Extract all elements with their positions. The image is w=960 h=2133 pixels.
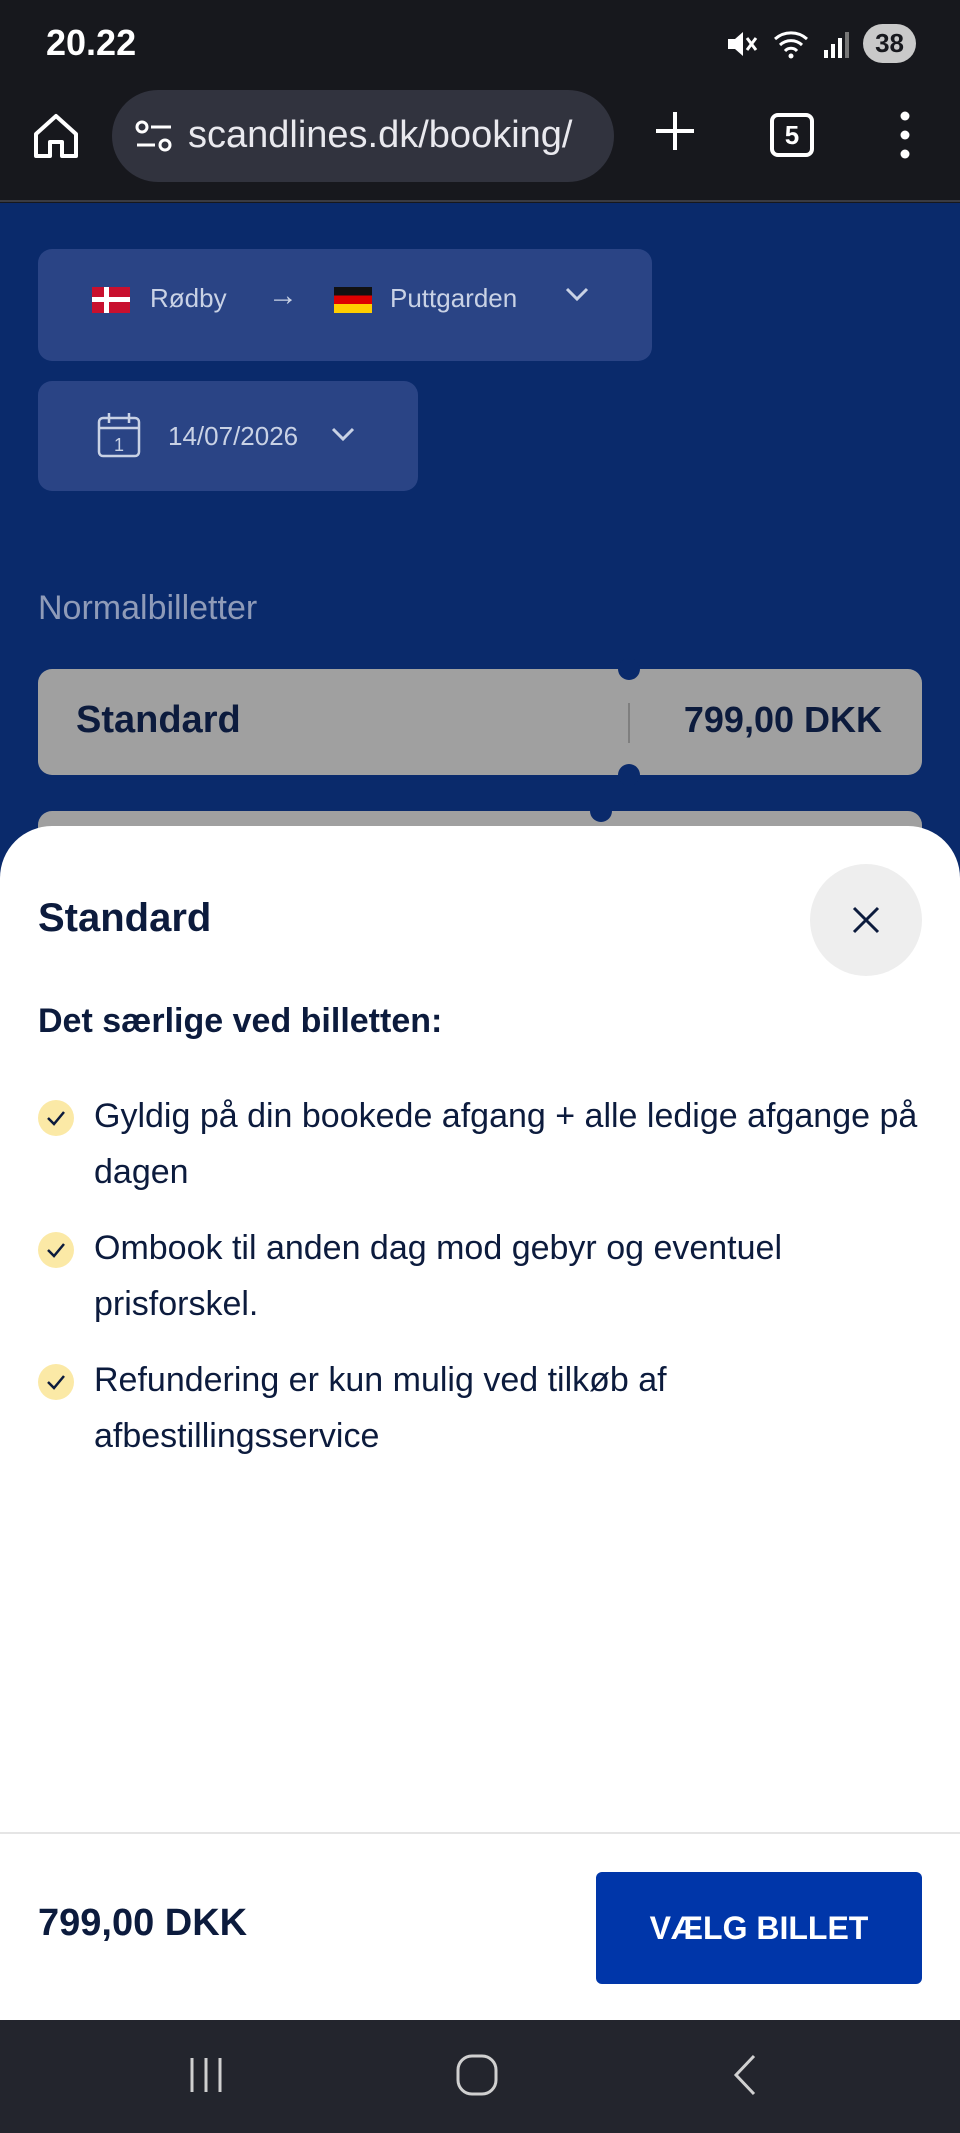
check-icon: [38, 1100, 74, 1136]
new-tab-icon[interactable]: [650, 106, 700, 156]
ticket-notch: [590, 800, 612, 822]
svg-text:1: 1: [114, 435, 124, 455]
germany-flag-icon: [334, 287, 372, 313]
wifi-icon: [774, 30, 809, 58]
chevron-down-icon: [565, 287, 589, 302]
chevron-down-icon: [331, 427, 355, 442]
check-icon: [38, 1364, 74, 1400]
home-icon[interactable]: [30, 110, 82, 162]
feature-text: Gyldig på din bookede afgang + alle ledi…: [94, 1097, 918, 1191]
system-nav-bar: [0, 2020, 960, 2133]
denmark-flag-icon: [92, 287, 130, 313]
url-text: scandlines.dk/booking/: [188, 114, 573, 156]
recent-apps-icon[interactable]: [186, 2052, 226, 2098]
feature-item: Ombook til anden dag mod gebyr og eventu…: [38, 1220, 918, 1332]
choose-ticket-button[interactable]: VÆLG BILLET: [596, 1872, 922, 1984]
sheet-subtitle: Det særlige ved billetten:: [38, 1002, 443, 1040]
check-icon: [38, 1232, 74, 1268]
signal-icon: [824, 31, 850, 58]
sheet-title: Standard: [38, 896, 212, 940]
status-bar: 20.22 38: [0, 0, 960, 88]
feature-list: Gyldig på din bookede afgang + alle ledi…: [38, 1088, 918, 1484]
address-bar[interactable]: scandlines.dk/booking/: [112, 90, 614, 182]
site-settings-icon[interactable]: [134, 118, 174, 154]
date-selector[interactable]: 1 14/07/2026: [38, 381, 418, 491]
status-icons: 38: [725, 24, 916, 63]
calendar-icon: 1: [97, 413, 141, 458]
route-arrow: →: [268, 279, 298, 312]
footer-price: 799,00 DKK: [38, 1902, 248, 1944]
ticket-name: Standard: [76, 699, 241, 741]
route-to: Puttgarden: [390, 283, 518, 313]
date-value: 14/07/2026: [168, 421, 299, 451]
close-button[interactable]: [810, 864, 922, 976]
ticket-notch: [618, 764, 640, 786]
ticket-price: 799,00 DKK: [683, 699, 882, 740]
sheet-footer: 799,00 DKK VÆLG BILLET: [0, 1832, 960, 2020]
ticket-notch: [618, 658, 640, 680]
mute-icon: [728, 31, 758, 56]
route-from: Rødby: [150, 283, 227, 313]
back-icon[interactable]: [728, 2052, 762, 2098]
route-selector[interactable]: Rødby → Puttgarden: [38, 249, 652, 361]
ticket-details-sheet: Standard Det særlige ved billetten: Gyld…: [0, 826, 960, 2020]
battery-indicator: 38: [863, 24, 916, 63]
ticket-card-standard[interactable]: Standard 799,00 DKK: [38, 658, 922, 786]
feature-text: Refundering er kun mulig ved tilkøb af a…: [94, 1361, 667, 1455]
close-icon: [852, 906, 880, 934]
status-time: 20.22: [46, 22, 137, 63]
home-nav-icon[interactable]: [454, 2052, 500, 2098]
section-label: Normalbilletter: [38, 589, 258, 627]
tab-switcher-button[interactable]: 5: [770, 113, 814, 157]
feature-item: Gyldig på din bookede afgang + alle ledi…: [38, 1088, 918, 1200]
feature-item: Refundering er kun mulig ved tilkøb af a…: [38, 1352, 918, 1464]
more-menu-icon[interactable]: [890, 108, 920, 162]
browser-toolbar: scandlines.dk/booking/ 5: [0, 88, 960, 202]
ticket-divider: [628, 703, 630, 743]
feature-text: Ombook til anden dag mod gebyr og eventu…: [94, 1229, 783, 1323]
